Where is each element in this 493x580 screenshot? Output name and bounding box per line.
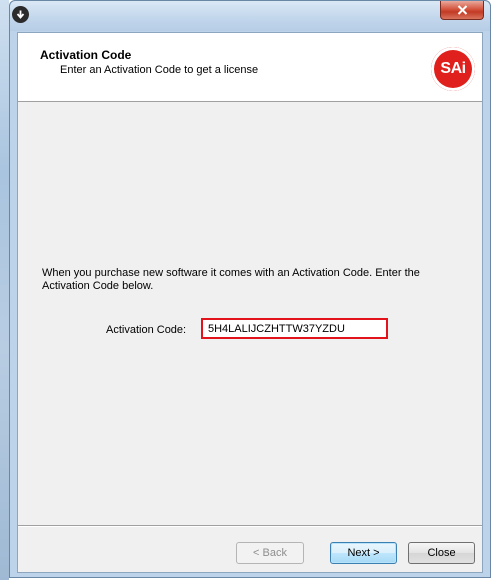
title-bar: [10, 1, 490, 31]
page-title: Activation Code: [40, 48, 132, 62]
logo-text: SAi: [440, 60, 466, 77]
sai-logo: SAi: [431, 47, 475, 91]
wizard-window: Activation Code Enter an Activation Code…: [9, 0, 491, 578]
wizard-header: Activation Code Enter an Activation Code…: [18, 33, 482, 102]
activation-code-input[interactable]: [201, 318, 388, 339]
page-subtitle: Enter an Activation Code to get a licens…: [60, 64, 259, 76]
wizard-client-area: Activation Code Enter an Activation Code…: [17, 32, 483, 573]
next-button[interactable]: Next >: [330, 542, 397, 564]
activation-code-label: Activation Code:: [106, 324, 187, 336]
close-button[interactable]: Close: [408, 542, 475, 564]
background-edge: [0, 0, 9, 580]
footer-divider: [18, 525, 482, 527]
close-x-icon: [457, 5, 467, 15]
window-close-button[interactable]: [440, 1, 484, 20]
instruction-text: When you purchase new software it comes …: [42, 267, 420, 292]
download-circle-icon: [12, 6, 29, 23]
back-button[interactable]: < Back: [236, 542, 304, 564]
